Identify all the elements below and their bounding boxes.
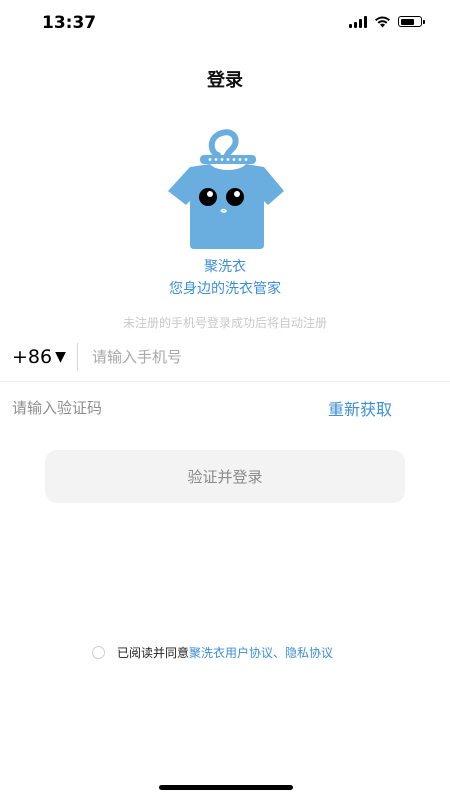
phone-divider — [77, 343, 78, 371]
agreement-row: 已阅读并同意 聚洗衣用户协议、隐私协议 — [92, 644, 333, 661]
agreement-text: 已阅读并同意 — [117, 646, 190, 660]
dropdown-caret-icon: ▼ — [55, 349, 66, 365]
brand-slogan: 您身边的洗衣管家 — [169, 281, 281, 297]
phone-input[interactable] — [88, 342, 426, 372]
page-title: 登录 — [207, 70, 243, 91]
status-time: 13:37 — [42, 13, 97, 33]
resend-code-button[interactable]: 重新获取 — [328, 396, 392, 420]
brand-name: 聚洗衣 — [204, 259, 246, 275]
wifi-icon — [375, 16, 390, 28]
register-hint: 未注册的手机号登录成功后将自动注册 — [122, 316, 327, 330]
agreement-checkbox[interactable] — [92, 646, 105, 659]
battery-icon — [398, 16, 425, 27]
signal-icon — [349, 15, 367, 28]
verify-login-button[interactable]: 验证并登录 — [45, 450, 405, 503]
country-code-label: +86 — [12, 346, 53, 368]
user-agreement-link[interactable]: 聚洗衣用户协议 — [189, 644, 273, 661]
privacy-policy-link[interactable]: 隐私协议 — [285, 644, 333, 661]
row-divider — [0, 381, 450, 382]
verification-code-input[interactable] — [8, 393, 276, 423]
agreement-separator: 、 — [273, 646, 286, 660]
mascot-logo — [168, 129, 284, 249]
country-code-selector[interactable]: +86 ▼ — [12, 346, 66, 368]
status-icons — [349, 15, 425, 28]
home-indicator — [159, 785, 293, 790]
